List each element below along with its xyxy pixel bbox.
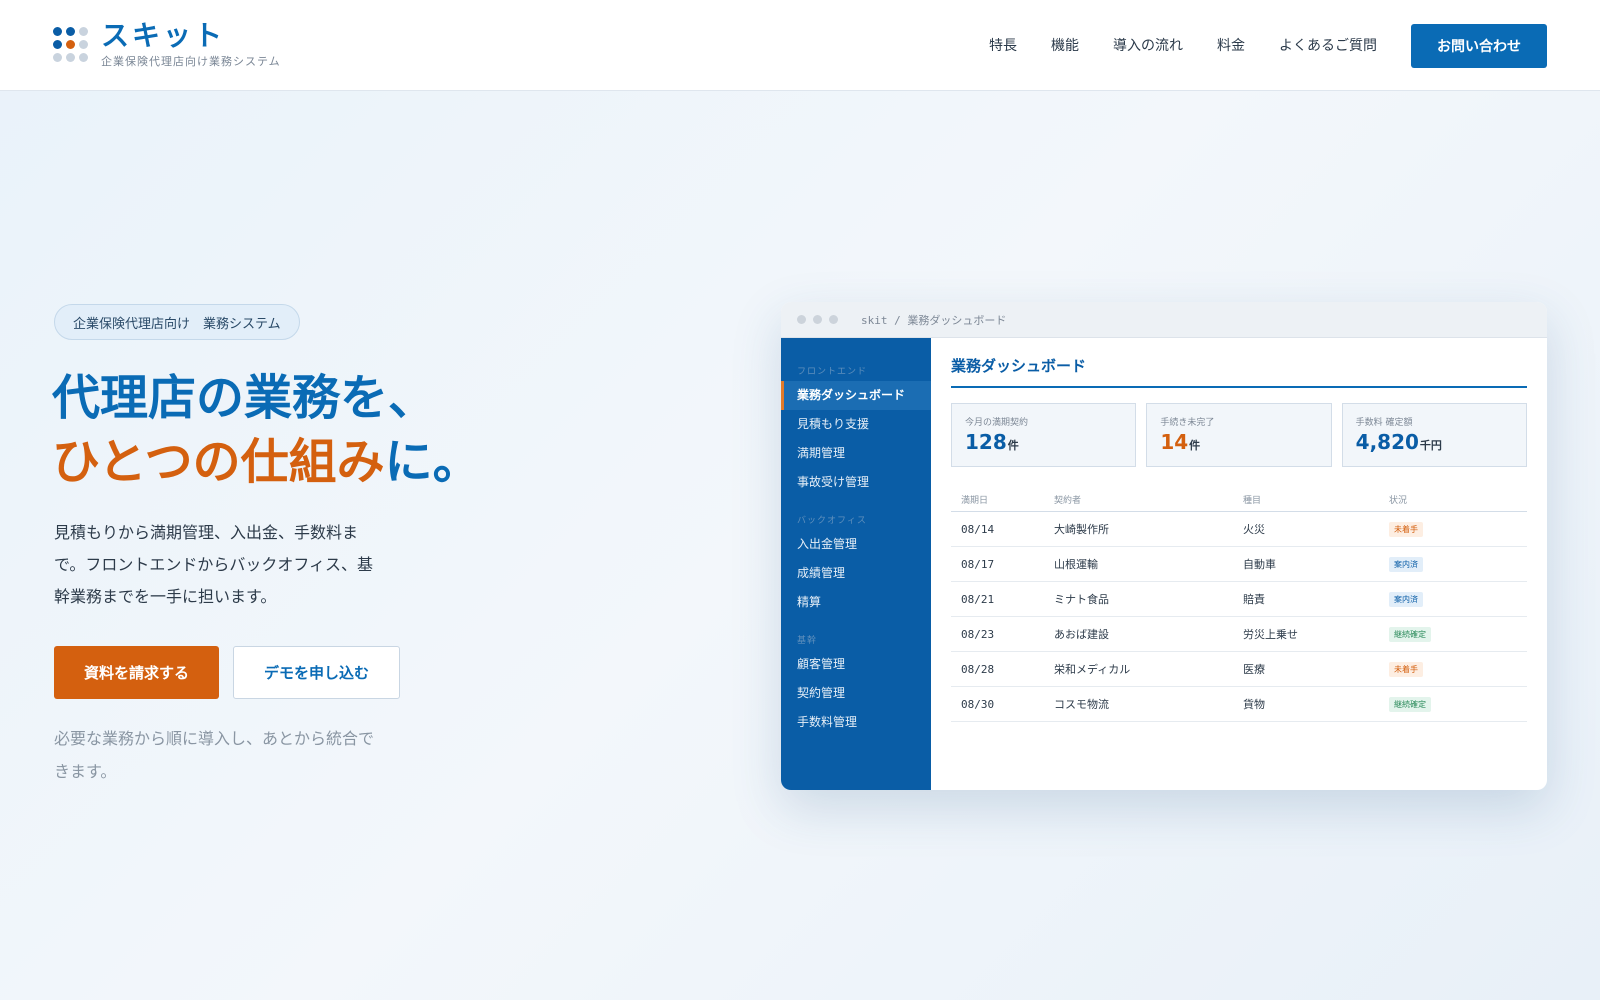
cell-date: 08/17 xyxy=(961,557,995,571)
table-row[interactable]: 08/21 ミナト食品 賠責 案内済 xyxy=(951,582,1527,617)
table-header: 満期日 契約者 種目 状況 xyxy=(951,487,1527,512)
contact-button[interactable]: お問い合わせ xyxy=(1411,24,1547,68)
table-row[interactable]: 08/14 大崎製作所 火災 未着手 xyxy=(951,512,1527,547)
stat-card-renewals: 今月の満期契約 128件 xyxy=(951,403,1137,467)
nav-features[interactable]: 特長 xyxy=(989,35,1017,55)
hero-title-highlight: ひとつの仕組み xyxy=(52,434,385,490)
window-titlebar: skit / 業務ダッシュボード xyxy=(781,302,1547,338)
status-badge: 継続確定 xyxy=(1389,626,1431,642)
cell-type: 自動車 xyxy=(1243,558,1276,571)
cell-date: 08/30 xyxy=(961,697,995,711)
hero-note: 必要な業務から順に導入し、あとから統合できます。 xyxy=(54,729,375,781)
column-header: 種目 xyxy=(1243,495,1262,506)
brand-subtitle: 企業保険代理店向け業務システム xyxy=(101,55,281,68)
hero-description: 見積もりから満期管理、入出金、手数料まで。フロントエンドからバックオフィス、基幹… xyxy=(54,523,374,606)
hero-title: 代理店の業務を、 ひとつの仕組みに。 xyxy=(52,366,481,494)
request-demo-button[interactable]: デモを申し込む xyxy=(233,646,400,699)
logo[interactable]: スキット 企業保険代理店向け業務システム xyxy=(53,20,281,69)
nav-faq[interactable]: よくあるご質問 xyxy=(1279,35,1377,55)
sidebar-item-payments[interactable]: 入出金管理 xyxy=(781,530,931,559)
sidebar-section-label: バックオフィス xyxy=(797,516,867,526)
cell-name: ミナト食品 xyxy=(1054,593,1109,606)
window-dot-icon xyxy=(813,315,822,324)
logo-mark-icon xyxy=(53,27,88,62)
main-nav: 特長 機能 導入の流れ 料金 よくあるご質問 xyxy=(955,35,1377,55)
cell-name: 山根運輸 xyxy=(1054,558,1098,571)
dashboard-main: 業務ダッシュボード 今月の満期契約 128件 手続き未完了 14件 手数料 確定… xyxy=(931,338,1547,790)
sidebar-section-label: 基幹 xyxy=(797,636,818,646)
status-badge: 継続確定 xyxy=(1389,696,1431,712)
hero-badge: 企業保険代理店向け 業務システム xyxy=(54,304,300,340)
cell-date: 08/23 xyxy=(961,627,995,641)
stat-card-pending: 手続き未完了 14件 xyxy=(1146,403,1332,467)
stat-value: 4,820千円 xyxy=(1355,430,1442,454)
cell-name: あおば建設 xyxy=(1054,628,1109,641)
sidebar-item-commissions[interactable]: 手数料管理 xyxy=(781,708,931,737)
site-header: スキット 企業保険代理店向け業務システム 特長 機能 導入の流れ 料金 よくある… xyxy=(0,0,1600,91)
cell-type: 医療 xyxy=(1243,663,1265,676)
cell-date: 08/21 xyxy=(961,592,995,606)
sidebar-item-contracts[interactable]: 契約管理 xyxy=(781,679,931,708)
brand-name: スキット xyxy=(101,19,226,52)
cell-type: 貨物 xyxy=(1243,698,1265,711)
cell-type: 火災 xyxy=(1243,523,1265,536)
sidebar-item-claims[interactable]: 事故受け管理 xyxy=(781,468,931,497)
status-badge: 未着手 xyxy=(1389,521,1423,537)
hero-title-line1: 代理店の業務を、 xyxy=(52,370,437,426)
nav-pricing[interactable]: 料金 xyxy=(1217,35,1245,55)
cell-type: 労災上乗せ xyxy=(1243,628,1298,641)
cell-type: 賠責 xyxy=(1243,593,1265,606)
table-row[interactable]: 08/23 あおば建設 労災上乗せ 継続確定 xyxy=(951,617,1527,652)
status-badge: 案内済 xyxy=(1389,556,1423,572)
column-header: 状況 xyxy=(1389,495,1408,506)
stat-value: 14件 xyxy=(1160,430,1201,454)
cell-date: 08/28 xyxy=(961,662,995,676)
stat-cards: 今月の満期契約 128件 手続き未完了 14件 手数料 確定額 4,820千円 xyxy=(951,403,1527,467)
sidebar-item-performance[interactable]: 成績管理 xyxy=(781,559,931,588)
sidebar-item-renewals[interactable]: 満期管理 xyxy=(781,439,931,468)
status-badge: 未着手 xyxy=(1389,661,1423,677)
stat-label: 手続き未完了 xyxy=(1160,418,1215,428)
sidebar-item-dashboard[interactable]: 業務ダッシュボード xyxy=(781,381,931,410)
window-dot-icon xyxy=(829,315,838,324)
cell-date: 08/14 xyxy=(961,522,995,536)
cell-name: 大崎製作所 xyxy=(1054,523,1109,536)
request-brochure-button[interactable]: 資料を請求する xyxy=(54,646,219,699)
table-row[interactable]: 08/30 コスモ物流 貨物 継続確定 xyxy=(951,687,1527,722)
cell-name: 栄和メディカル xyxy=(1054,663,1131,676)
sidebar-item-quotes[interactable]: 見積もり支援 xyxy=(781,410,931,439)
table-row[interactable]: 08/28 栄和メディカル 医療 未着手 xyxy=(951,652,1527,687)
nav-flow[interactable]: 導入の流れ xyxy=(1113,35,1183,55)
stat-value: 128件 xyxy=(965,430,1019,454)
renewal-table: 満期日 契約者 種目 状況 08/14 大崎製作所 火災 未着手 08/17 山… xyxy=(951,487,1527,722)
sidebar-section-label: フロントエンド xyxy=(797,367,868,377)
nav-functions[interactable]: 機能 xyxy=(1051,35,1079,55)
hero-title-tail: に。 xyxy=(384,434,481,490)
stat-label: 今月の満期契約 xyxy=(965,418,1029,428)
column-header: 満期日 xyxy=(961,495,989,506)
app-window-mockup: skit / 業務ダッシュボード フロントエンド 業務ダッシュボード 見積もり支… xyxy=(781,302,1547,790)
app-sidebar: フロントエンド 業務ダッシュボード 見積もり支援 満期管理 事故受け管理 バック… xyxy=(781,338,931,790)
table-row[interactable]: 08/17 山根運輸 自動車 案内済 xyxy=(951,547,1527,582)
sidebar-item-customers[interactable]: 顧客管理 xyxy=(781,650,931,679)
status-badge: 案内済 xyxy=(1389,591,1423,607)
sidebar-item-settlement[interactable]: 精算 xyxy=(781,588,931,617)
stat-label: 手数料 確定額 xyxy=(1355,418,1413,428)
column-header: 契約者 xyxy=(1054,495,1082,506)
window-dot-icon xyxy=(797,315,806,324)
stat-card-commission: 手数料 確定額 4,820千円 xyxy=(1341,403,1527,467)
hero-title-line2: ひとつの仕組みに。 xyxy=(52,430,481,494)
cell-name: コスモ物流 xyxy=(1054,698,1109,711)
dashboard-title: 業務ダッシュボード xyxy=(951,355,1527,388)
window-path: skit / 業務ダッシュボード xyxy=(861,313,1007,327)
